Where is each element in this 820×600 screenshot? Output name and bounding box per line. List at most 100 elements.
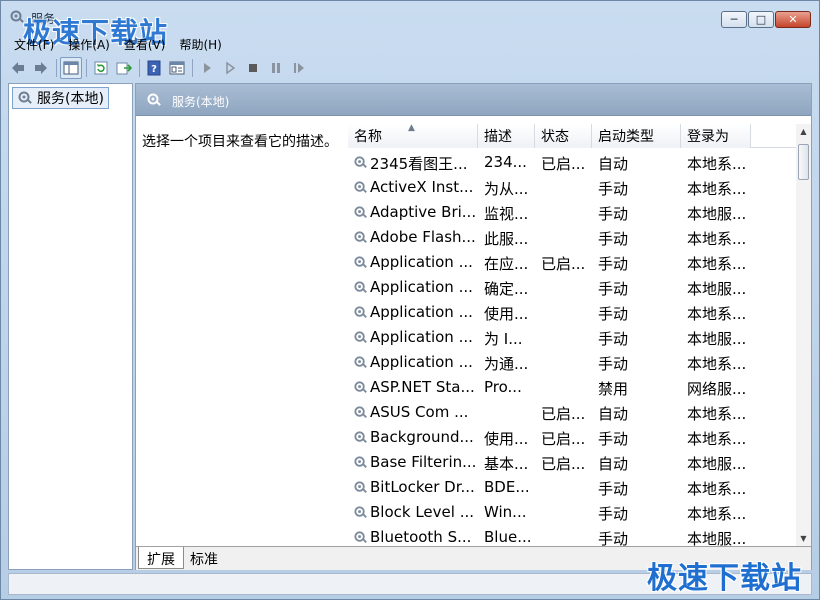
tab-standard[interactable]: 标准: [182, 547, 226, 569]
menu-help[interactable]: 帮助(H): [172, 36, 228, 53]
close-button[interactable]: ✕: [775, 11, 811, 28]
export-icon: [116, 62, 132, 75]
cell-name: BitLocker Dr...: [370, 478, 475, 496]
pause-icon: [272, 63, 280, 73]
table-row[interactable]: Bluetooth S... Blue... 手动 本地服...: [348, 525, 796, 546]
table-row[interactable]: ASUS Com ... 已启... 自动 本地系...: [348, 400, 796, 425]
start-button[interactable]: [196, 57, 218, 79]
column-header-label: 状态: [541, 129, 569, 145]
caption-buttons: ─ □ ✕: [720, 11, 811, 28]
cell-name: Application ...: [370, 328, 473, 346]
table-row[interactable]: Background... 使用... 已启... 手动 本地系...: [348, 425, 796, 450]
cell-desc: 234...: [484, 153, 527, 171]
stop-icon: [249, 64, 257, 72]
cell-startup: 禁用: [598, 380, 629, 398]
back-button[interactable]: [7, 57, 29, 79]
refresh-button[interactable]: [90, 57, 112, 79]
minimize-icon: ─: [730, 13, 738, 26]
cell-logon: 本地系...: [687, 505, 747, 523]
service-gear-icon: [354, 156, 367, 168]
table-row[interactable]: Adaptive Bri... 监视... 手动 本地服...: [348, 200, 796, 225]
service-gear-icon: [354, 531, 367, 543]
cell-name: Application ...: [370, 278, 473, 296]
stop-button[interactable]: [242, 57, 264, 79]
pause-button[interactable]: [265, 57, 287, 79]
start-alt-button[interactable]: [219, 57, 241, 79]
cell-desc: 为 I...: [484, 330, 523, 348]
tree-item-services-local[interactable]: 服务(本地): [12, 87, 109, 109]
cell-startup: 手动: [598, 430, 629, 448]
maximize-icon: □: [755, 13, 767, 26]
cell-logon: 网络服...: [687, 380, 747, 398]
services-gear-icon: [147, 93, 161, 106]
resume-icon: [294, 63, 304, 73]
cell-name: ActiveX Inst...: [370, 178, 474, 196]
menu-view[interactable]: 查看(V): [117, 36, 173, 53]
cell-status: 已启...: [541, 405, 586, 423]
toolbar-separator: [86, 59, 87, 77]
cell-status: 已启...: [541, 430, 586, 448]
table-row[interactable]: BitLocker Dr... BDE... 手动 本地系...: [348, 475, 796, 500]
service-gear-icon: [354, 306, 367, 318]
table-row[interactable]: Adobe Flash... 此服... 手动 本地系...: [348, 225, 796, 250]
cell-desc: 在应...: [484, 255, 529, 273]
table-row[interactable]: Application ... 确定... 手动 本地服...: [348, 275, 796, 300]
menu-bar: 文件(F) 操作(A) 查看(V) 帮助(H): [7, 34, 229, 54]
scroll-thumb[interactable]: [798, 144, 809, 180]
maximize-button[interactable]: □: [748, 11, 774, 28]
cell-logon: 本地系...: [687, 230, 747, 248]
cell-desc: Win...: [484, 503, 527, 521]
cell-name: ASUS Com ...: [370, 403, 469, 421]
table-row[interactable]: ASP.NET Sta... Pro... 禁用 网络服...: [348, 375, 796, 400]
export-button[interactable]: [113, 57, 135, 79]
tab-extended[interactable]: 扩展: [138, 547, 184, 569]
properties-icon: [169, 61, 185, 75]
help-button[interactable]: ?: [143, 57, 165, 79]
table-row[interactable]: Application ... 为 I... 手动 本地服...: [348, 325, 796, 350]
cell-logon: 本地系...: [687, 430, 747, 448]
properties-button[interactable]: [166, 57, 188, 79]
table-row[interactable]: Application ... 为通... 手动 本地系...: [348, 350, 796, 375]
column-header-startup-type[interactable]: 启动类型: [592, 124, 681, 148]
cell-name: Adaptive Bri...: [370, 203, 476, 221]
cell-logon: 本地服...: [687, 280, 747, 298]
column-header-status[interactable]: 状态: [535, 124, 592, 148]
table-row[interactable]: Base Filterin... 基本... 已启... 自动 本地服...: [348, 450, 796, 475]
column-header-logon-as[interactable]: 登录为: [681, 124, 751, 148]
scroll-down-icon[interactable]: ▼: [796, 531, 811, 546]
service-gear-icon: [354, 281, 367, 293]
cell-logon: 本地系...: [687, 180, 747, 198]
column-header-description[interactable]: 描述: [478, 124, 535, 148]
toolbar-separator: [56, 59, 57, 77]
column-header-name[interactable]: 名称 ▲: [348, 124, 478, 148]
menu-action[interactable]: 操作(A): [61, 36, 117, 53]
table-row[interactable]: Application ... 在应... 已启... 手动 本地系...: [348, 250, 796, 275]
cell-startup: 自动: [598, 455, 629, 473]
cell-name: Block Level ...: [370, 503, 475, 521]
table-row[interactable]: Application ... 使用... 手动 本地系...: [348, 300, 796, 325]
service-gear-icon: [354, 481, 367, 493]
svg-text:?: ?: [151, 64, 157, 75]
cell-status: 已启...: [541, 455, 586, 473]
services-list[interactable]: 名称 ▲ 描述 状态 启动类型 登录为 2345看图王... 234... 已启...…: [348, 124, 796, 546]
service-gear-icon: [354, 256, 367, 268]
details-pane: 服务(本地) 选择一个项目来查看它的描述。 名称 ▲ 描述 状态 启动类型 登录为…: [135, 83, 812, 570]
service-gear-icon: [354, 231, 367, 243]
resume-button[interactable]: [288, 57, 310, 79]
forward-button[interactable]: [30, 57, 52, 79]
scroll-up-icon[interactable]: ▲: [796, 124, 811, 139]
back-icon: [12, 62, 24, 74]
table-row[interactable]: ActiveX Inst... 为从... 手动 本地系...: [348, 175, 796, 200]
menu-file[interactable]: 文件(F): [7, 36, 61, 53]
minimize-button[interactable]: ─: [721, 11, 747, 28]
table-row[interactable]: 2345看图王... 234... 已启... 自动 本地系...: [348, 150, 796, 175]
service-gear-icon: [354, 331, 367, 343]
cell-logon: 本地系...: [687, 405, 747, 423]
cell-startup: 手动: [598, 530, 629, 546]
table-row[interactable]: Block Level ... Win... 手动 本地系...: [348, 500, 796, 525]
vertical-scrollbar[interactable]: ▲ ▼: [796, 124, 811, 546]
cell-name: Background...: [370, 428, 474, 446]
toolbar-separator: [139, 59, 140, 77]
cell-desc: Pro...: [484, 378, 522, 396]
show-tree-button[interactable]: [60, 57, 82, 79]
